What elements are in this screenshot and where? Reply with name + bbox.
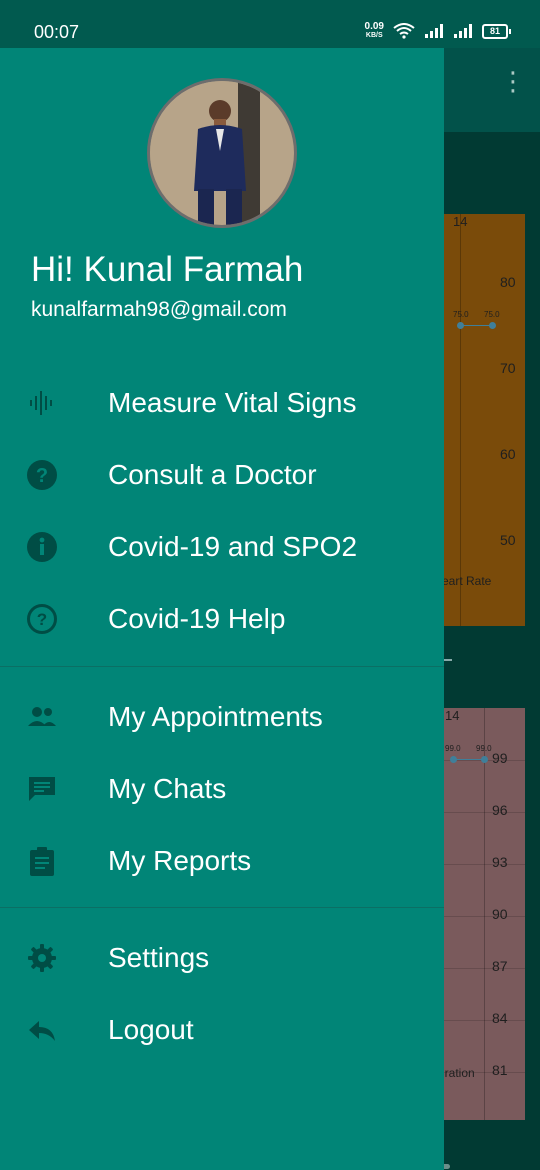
- svg-text:?: ?: [36, 465, 48, 487]
- help-outline-icon: ?: [26, 603, 58, 635]
- menu-item-logout[interactable]: Logout: [0, 998, 444, 1062]
- menu-label: My Chats: [108, 773, 227, 804]
- status-time: 00:07: [34, 22, 80, 42]
- menu-label: My Reports: [108, 845, 252, 876]
- chart-tick-top: 14: [453, 214, 468, 229]
- svg-text:?: ?: [37, 610, 47, 629]
- chart-tick: 84: [492, 1010, 508, 1026]
- chart-tick: 50: [500, 532, 516, 548]
- menu-label: Settings: [108, 942, 210, 973]
- chart-series-line: [454, 759, 484, 760]
- menu-label: Logout: [108, 1014, 194, 1045]
- clipboard-icon: [26, 845, 58, 877]
- user-email: kunalfarmah98@gmail.com: [31, 298, 287, 321]
- chart-point-label: 99.0: [476, 744, 492, 753]
- chart-tick: 70: [500, 360, 516, 376]
- chart-axis-label: eart Rate: [442, 574, 492, 588]
- menu-item-settings[interactable]: Settings: [0, 926, 444, 990]
- menu-item-my-reports[interactable]: My Reports: [0, 829, 444, 893]
- chart-point-label: 75.0: [484, 310, 500, 319]
- chat-icon: [26, 773, 58, 805]
- chart-series-line: [461, 325, 493, 326]
- navigation-drawer: Hi! Kunal Farmah kunalfarmah98@gmail.com…: [0, 48, 444, 1170]
- menu-label: Covid-19 and SPO2: [108, 531, 358, 562]
- signal-icon-2: [454, 24, 472, 38]
- chart-tick: 81: [492, 1062, 508, 1078]
- menu-label: My Appointments: [108, 701, 323, 732]
- more-vert-icon[interactable]: ⋮: [500, 68, 526, 94]
- user-greeting: Hi! Kunal Farmah: [31, 250, 304, 289]
- signal-icon: [425, 24, 443, 38]
- chart-tick: 96: [492, 802, 508, 818]
- status-bar: 00:07 0.09 KB/S 81: [0, 0, 540, 48]
- network-speed: 0.09 KB/S: [365, 22, 384, 40]
- chart-tick: 90: [492, 906, 508, 922]
- chart-gridline: [484, 708, 485, 1120]
- chart-point-label: 75.0: [453, 310, 469, 319]
- chart-point-label: 99.0: [445, 744, 461, 753]
- chart-tick: 80: [500, 274, 516, 290]
- help-circle-icon: ?: [26, 459, 58, 491]
- menu-item-consult-doctor[interactable]: ? Consult a Doctor: [0, 443, 444, 507]
- people-icon: [26, 701, 58, 733]
- menu-divider: [0, 907, 444, 908]
- menu-label: Covid-19 Help: [108, 603, 286, 634]
- menu-label: Consult a Doctor: [108, 459, 317, 490]
- menu-item-covid-help[interactable]: ? Covid-19 Help: [0, 587, 444, 651]
- menu-item-my-chats[interactable]: My Chats: [0, 757, 444, 821]
- chart-tick-top: 14: [445, 708, 460, 723]
- avatar[interactable]: [147, 78, 297, 228]
- menu-item-covid-spo2[interactable]: Covid-19 and SPO2: [0, 515, 444, 579]
- chart-tick: 87: [492, 958, 508, 974]
- chart-tick: 99: [492, 750, 508, 766]
- info-icon: [26, 531, 58, 563]
- waveform-icon: [26, 387, 58, 419]
- chart-tick: 93: [492, 854, 508, 870]
- menu-divider: [0, 666, 444, 667]
- user-photo-icon: [150, 81, 294, 225]
- chart-gridline: [460, 214, 461, 626]
- wifi-icon: [393, 23, 415, 39]
- menu-item-measure-vital-signs[interactable]: Measure Vital Signs: [0, 371, 444, 435]
- reply-icon: [26, 1014, 58, 1046]
- status-icons: 0.09 KB/S 81: [365, 22, 511, 40]
- gear-icon: [26, 942, 58, 974]
- battery-icon: 81: [482, 23, 511, 39]
- menu-label: Measure Vital Signs: [108, 387, 357, 418]
- chart-tick: 60: [500, 446, 516, 462]
- network-speed-unit: KB/S: [365, 32, 383, 39]
- menu-item-my-appointments[interactable]: My Appointments: [0, 685, 444, 749]
